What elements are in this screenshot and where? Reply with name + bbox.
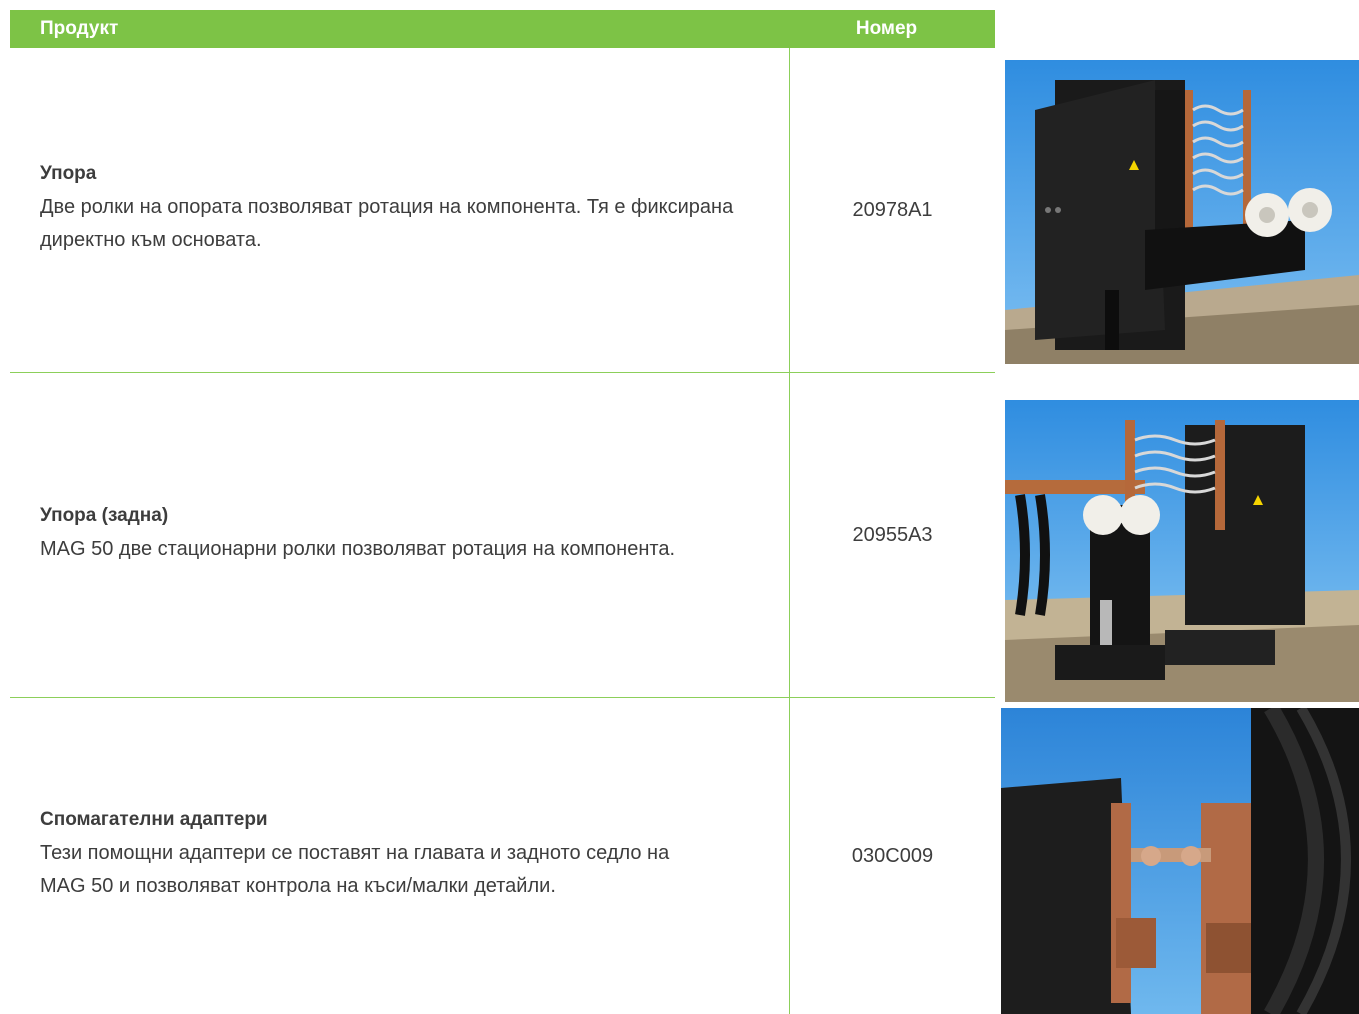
product-description: MAG 50 две стационарни ролки позволяват … [40, 537, 676, 560]
product-cell: Упора Две ролки на опората позволяват ро… [10, 48, 790, 372]
product-name: Упора [40, 163, 97, 184]
product-cell: Спомагателни адаптери Тези помощни адапт… [10, 698, 790, 1014]
product-name: Спомагателни адаптери [40, 809, 268, 830]
auxiliary-adapters-photo [1001, 708, 1359, 1014]
product-description: Тези помощни адаптери се поставят на гла… [40, 842, 670, 897]
rest-support-photo [1005, 60, 1359, 364]
product-number: 20955A3 [852, 523, 933, 546]
table-header: Продукт Номер [10, 10, 995, 48]
header-number: Номер [855, 18, 918, 39]
products-table: Продукт Номер Упора Две ролки на опората… [10, 10, 995, 1014]
product-name: Упора (задна) [40, 504, 169, 526]
product-number: 030C009 [851, 844, 934, 867]
product-cell: Упора (задна) MAG 50 две стационарни рол… [10, 373, 790, 697]
table-row: Спомагателни адаптери Тези помощни адапт… [10, 698, 995, 1014]
table-row: Упора (задна) MAG 50 две стационарни рол… [10, 373, 995, 698]
product-number: 20978A1 [852, 198, 933, 221]
header-product: Продукт [40, 18, 119, 39]
table-row: Упора Две ролки на опората позволяват ро… [10, 48, 995, 373]
product-description: Две ролки на опората позволяват ротация … [40, 196, 734, 251]
rear-rest-support-photo [1005, 400, 1359, 702]
